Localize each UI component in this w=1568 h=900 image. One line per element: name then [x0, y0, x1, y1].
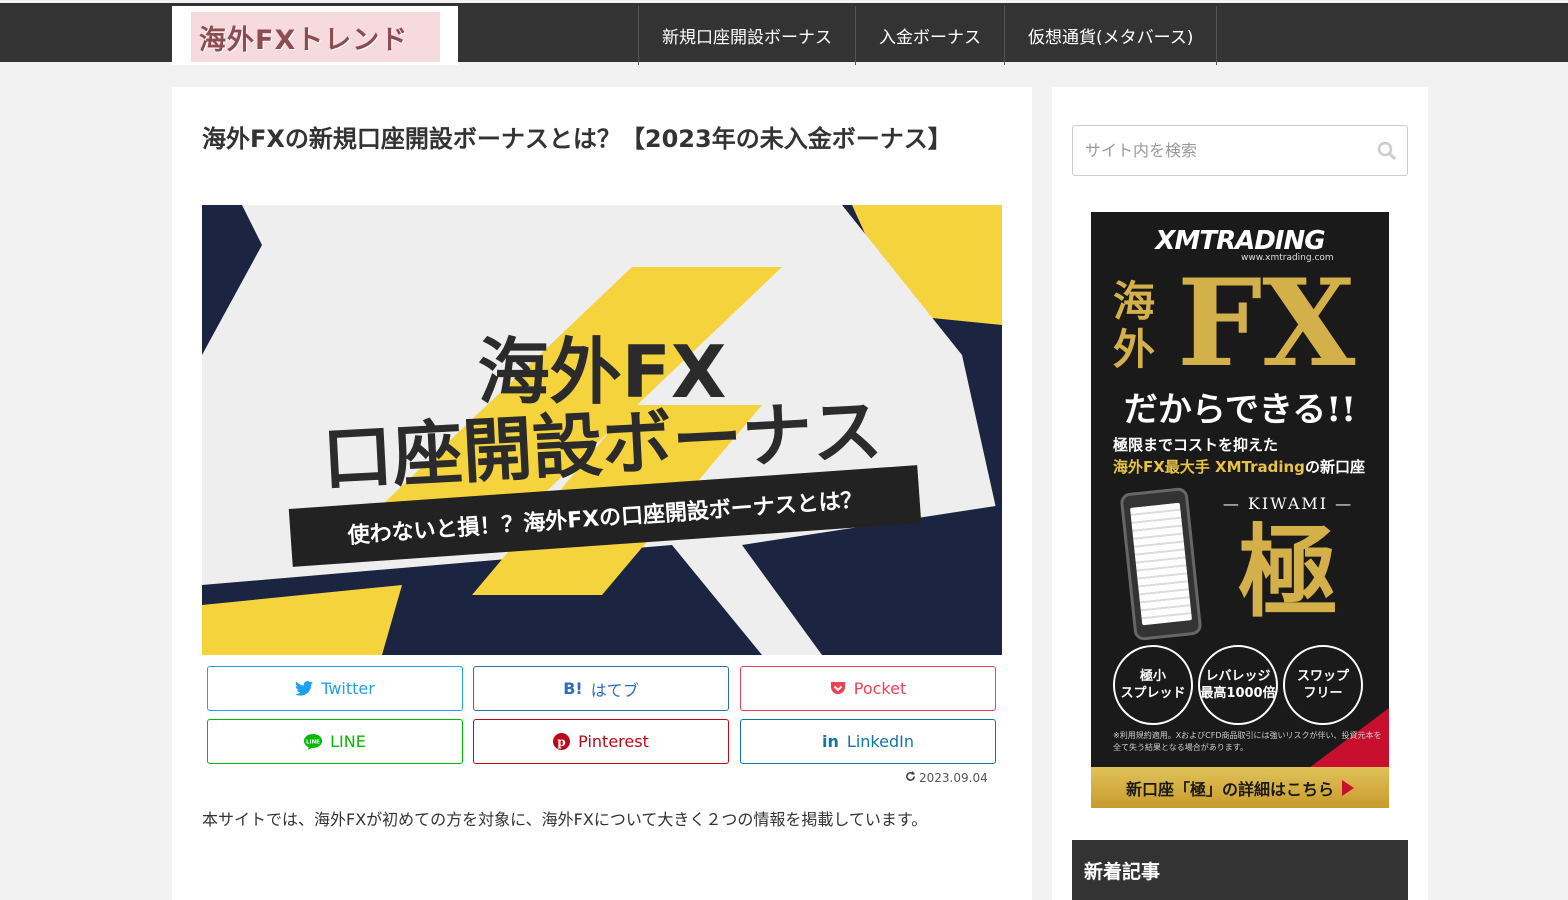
- ad-brand-logo: XMTRADING: [1155, 226, 1325, 256]
- xm-ad-banner[interactable]: XMTRADING www.xmtrading.com 海外 FX だからできる…: [1091, 212, 1389, 808]
- new-posts-heading: 新着記事: [1072, 840, 1408, 900]
- ad-feature-swap: スワップ フリー: [1283, 645, 1363, 725]
- ad-feature-swap-text: スワップ フリー: [1296, 669, 1349, 701]
- ad-feature-leverage-text: レバレッジ 最高1000倍: [1200, 669, 1276, 701]
- hero-image: 海外FX 口座開設ボーナス 使わないと損！？海外FXの口座開設ボーナスとは？: [202, 205, 1002, 655]
- ad-subtitle-1: 極限までコストを抑えた: [1113, 436, 1279, 454]
- logo-text: 海外FXトレンド: [199, 24, 409, 56]
- sidebar: XMTRADING www.xmtrading.com 海外 FX だからできる…: [1052, 87, 1428, 900]
- update-icon: [905, 771, 916, 785]
- site-logo[interactable]: 海外FXトレンド: [172, 6, 458, 65]
- twitter-icon: [295, 681, 314, 696]
- ad-subtitle-2-gold: 海外FX最大手 XMTrading: [1113, 458, 1305, 476]
- search-input[interactable]: [1073, 126, 1363, 175]
- pinterest-icon: p: [553, 733, 571, 750]
- updated-date-text: 2023.09.04: [919, 771, 988, 785]
- ad-cta-button[interactable]: 新口座「極」の詳細はこちら: [1091, 767, 1389, 808]
- svg-text:p: p: [557, 735, 565, 749]
- article-intro: 本サイトでは、海外FXが初めての方を対象に、海外FXについて大きく２つの情報を掲…: [202, 810, 928, 829]
- ad-disclaimer: ※利用規約適用。XおよびCFD商品取引には強いリスクが伴い、投資元本を全て失う結…: [1113, 731, 1382, 752]
- linkedin-icon: in: [822, 732, 839, 751]
- share-twitter-label: Twitter: [321, 679, 375, 698]
- play-arrow-icon: [1342, 779, 1354, 796]
- nav-item-deposit-bonus[interactable]: 入金ボーナス: [856, 6, 1005, 65]
- pocket-icon: [830, 681, 846, 696]
- share-pinterest-label: Pinterest: [578, 732, 649, 751]
- share-pocket-label: Pocket: [853, 679, 907, 698]
- hatebu-icon: B!: [563, 679, 583, 698]
- site-header: 海外FXトレンド 新規口座開設ボーナス 入金ボーナス 仮想通貨(メタバース): [0, 0, 1568, 65]
- ad-cta-label: 新口座「極」の詳細はこちら: [1125, 779, 1334, 799]
- ad-subtitle-2-rest: の新口座: [1304, 458, 1365, 476]
- share-buttons: Twitter B! はてブ Pocket LINE LINE p Pinter…: [207, 666, 996, 764]
- share-pinterest-button[interactable]: p Pinterest: [473, 719, 729, 764]
- ad-kiwami-kanji: 極: [1238, 513, 1338, 631]
- svg-text:LINE: LINE: [306, 739, 320, 745]
- ad-subtitle-2: 海外FX最大手 XMTradingの新口座: [1113, 456, 1365, 477]
- updated-date: 2023.09.04: [905, 771, 988, 785]
- share-line-label: LINE: [330, 732, 366, 751]
- ad-feature-leverage: レバレッジ 最高1000倍: [1198, 645, 1278, 725]
- nav-item-crypto[interactable]: 仮想通貨(メタバース): [1005, 6, 1218, 65]
- ad-tagline: だからできる!!: [1123, 390, 1357, 430]
- global-nav: 新規口座開設ボーナス 入金ボーナス 仮想通貨(メタバース): [638, 6, 1218, 65]
- nav-item-new-account-bonus[interactable]: 新規口座開設ボーナス: [639, 6, 856, 65]
- phone-image: [1119, 486, 1203, 642]
- share-twitter-button[interactable]: Twitter: [207, 666, 463, 711]
- ad-kaigai: 海外: [1113, 277, 1156, 374]
- share-line-button[interactable]: LINE LINE: [207, 719, 463, 764]
- share-linkedin-label: LinkedIn: [846, 732, 914, 751]
- logo-badge: 海外FXトレンド: [191, 12, 440, 62]
- share-linkedin-button[interactable]: in LinkedIn: [740, 719, 996, 764]
- ad-fx: FX: [1177, 253, 1356, 394]
- search-box: [1072, 125, 1408, 176]
- ad-kiwami-label: — KIWAMI —: [1222, 494, 1354, 513]
- ad-feature-spread-text: 極小 スプレッド: [1120, 669, 1186, 701]
- article-title: 海外FXの新規口座開設ボーナスとは？【2023年の未入金ボーナス】: [202, 125, 952, 153]
- line-icon: LINE: [304, 733, 323, 750]
- share-hatebu-button[interactable]: B! はてブ: [473, 666, 729, 711]
- share-hatebu-label: はてブ: [590, 680, 639, 700]
- search-icon[interactable]: [1377, 141, 1397, 161]
- article-card: 海外FXの新規口座開設ボーナスとは？【2023年の未入金ボーナス】 海外FX 口…: [172, 87, 1032, 900]
- share-pocket-button[interactable]: Pocket: [740, 666, 996, 711]
- ad-feature-spread: 極小 スプレッド: [1113, 645, 1193, 725]
